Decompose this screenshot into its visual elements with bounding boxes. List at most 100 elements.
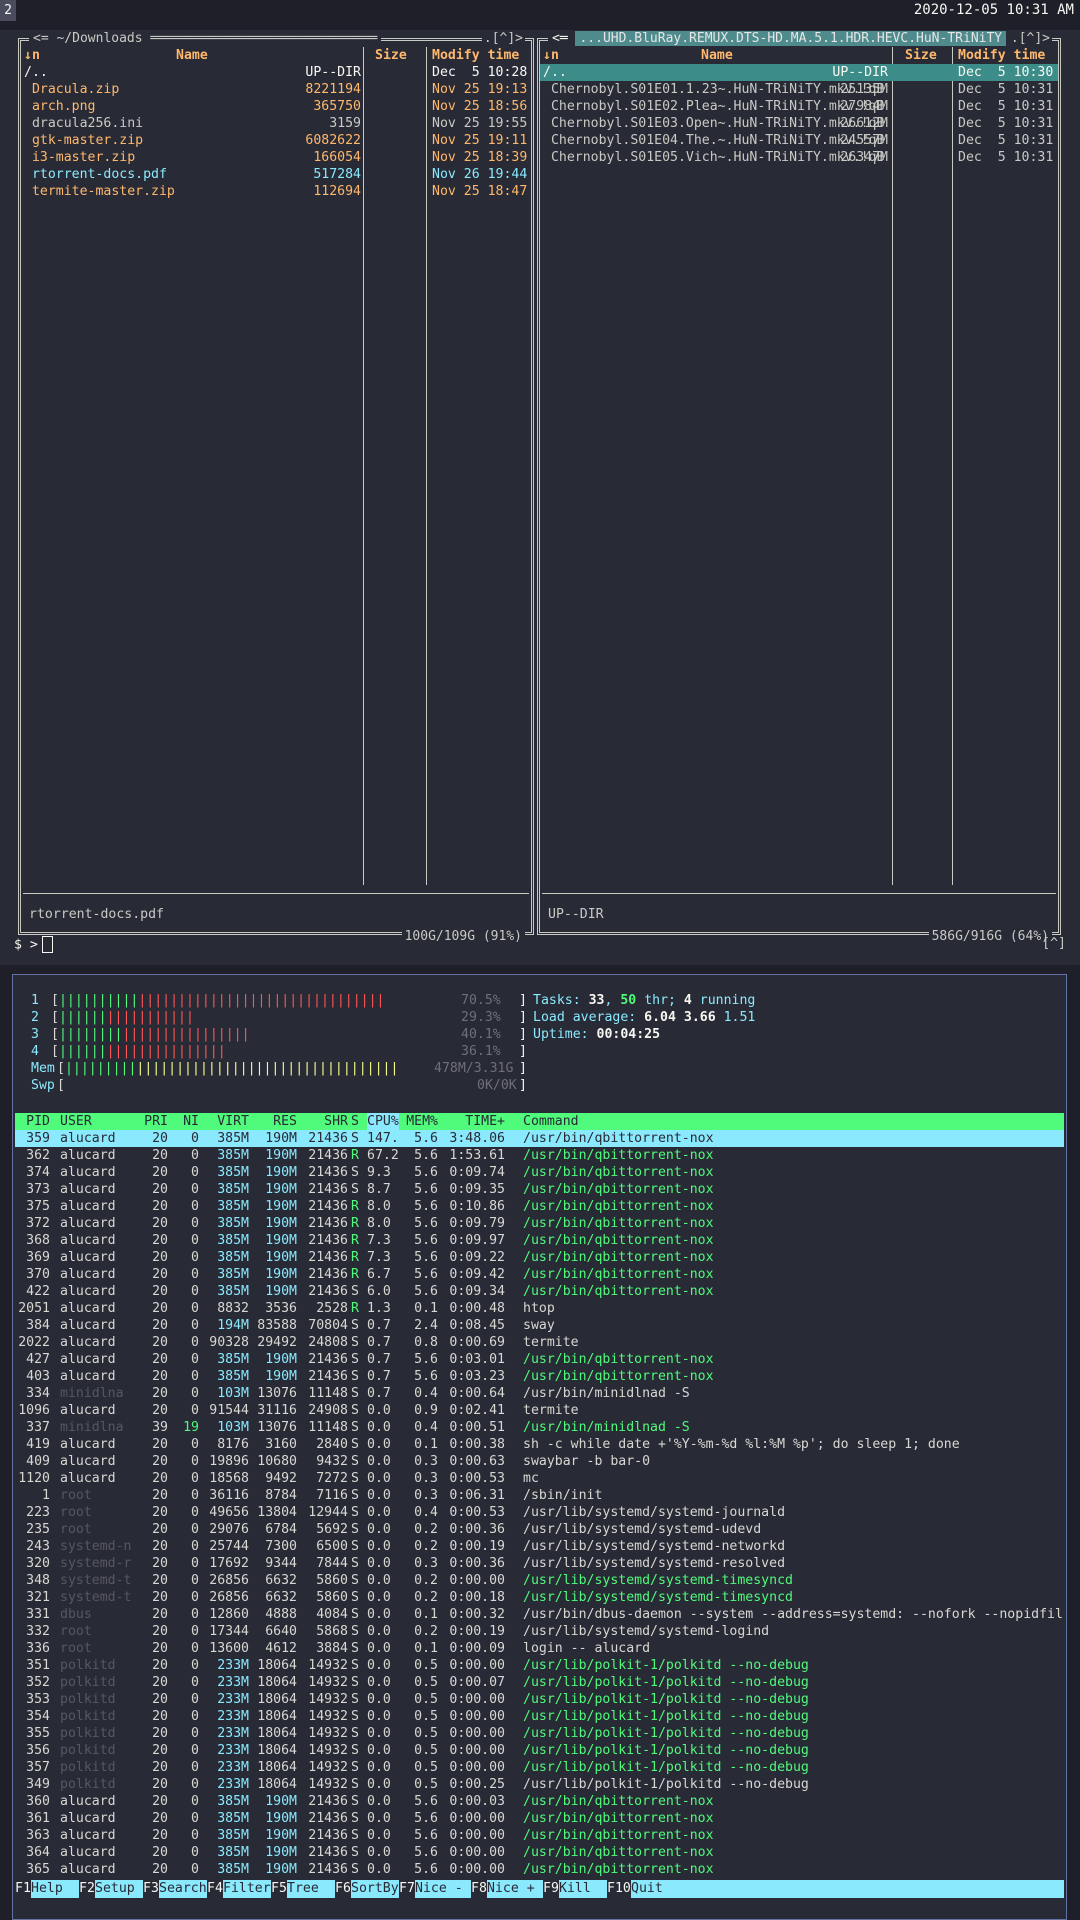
file-row[interactable]: Chernobyl.S01E01.1.23~.HuN-TRiNiTY.mkv.!… [540, 81, 1058, 98]
process-row[interactable]: 427 alucard 20 0 385M 190M 21436 S 0.7 5.6 0:03.01… [15, 1351, 1064, 1368]
process-row[interactable]: 353 polkitd 20 0 233M 18064 14932 S 0.0 0.5 0:00.0… [15, 1691, 1064, 1708]
cell: 0.0 [367, 1403, 391, 1418]
cell: 0 [191, 1216, 199, 1231]
file-row[interactable]: Dracula.zip 8221194 Nov 25 19:13 [21, 81, 531, 98]
process-row[interactable]: 384 alucard 20 0 194M 83588 70804 S 0.7 2.4 0:08.4… [15, 1317, 1064, 1334]
process-row[interactable]: 372 alucard 20 0 385M 190M 21436 R 8.0 5.6 0:09.79… [15, 1215, 1064, 1232]
cell: 0 [191, 1675, 199, 1690]
file-row[interactable]: i3-master.zip 166054 Nov 25 18:39 [21, 149, 531, 166]
fkey-label-f9[interactable]: Kill [559, 1880, 607, 1898]
process-row[interactable]: 321 systemd-t 20 0 26856 6632 5860 S 0.0 0.2 0:00.… [15, 1589, 1064, 1606]
process-row[interactable]: 355 polkitd 20 0 233M 18064 14932 S 0.0 0.5 0:00.0… [15, 1725, 1064, 1742]
column-header-pid[interactable]: PID [26, 1113, 50, 1130]
column-header-shr[interactable]: SHR [324, 1113, 348, 1130]
process-table-header[interactable]: PID USER PRI NI VIRT RES SHR S CPU% MEM% TIME+ Comm… [15, 1113, 1064, 1130]
cell: 385M [217, 1182, 249, 1197]
process-row[interactable]: 223 root 20 0 49656 13804 12944 S 0.0 0.4 0:00.53 /… [15, 1504, 1064, 1521]
process-row[interactable]: 331 dbus 20 0 12860 4888 4084 S 0.0 0.1 0:00.32/us… [15, 1606, 1064, 1623]
fkey-label-f3[interactable]: Search [159, 1880, 207, 1898]
process-row[interactable]: 243 systemd-n 20 0 25744 7300 6500 S 0.0 0.2 0:00.… [15, 1538, 1064, 1555]
process-row[interactable]: 357 polkitd 20 0 233M 18064 14932 S 0.0 0.5 0:00.0… [15, 1759, 1064, 1776]
file-row[interactable]: termite-master.zip 112694 Nov 25 18:47 [21, 183, 531, 200]
right-panel-corner[interactable]: .[^]> [1008, 30, 1052, 48]
process-row[interactable]: 363 alucard 20 0 385M 190M 21436 S 0.0 5.6 0:00.00… [15, 1827, 1064, 1844]
process-row[interactable]: 409 alucard 20 0 19896 10680 9432 S 0.0 0.3 0:00.6… [15, 1453, 1064, 1470]
process-row[interactable]: 369 alucard 20 0 385M 190M 21436 R 7.3 5.6 0:09.22… [15, 1249, 1064, 1266]
column-header-cpu[interactable]: CPU% [367, 1113, 399, 1130]
process-row[interactable]: 356 polkitd 20 0 233M 18064 14932 S 0.0 0.5 0:00.0… [15, 1742, 1064, 1759]
cell: 233M [217, 1692, 249, 1707]
file-row[interactable]: gtk-master.zip 6082622 Nov 25 19:11 [21, 132, 531, 149]
workspace-indicator[interactable]: 2 [0, 0, 16, 21]
column-header-command[interactable]: Command [523, 1113, 579, 1130]
process-row[interactable]: 368 alucard 20 0 385M 190M 21436 R 7.3 5.6 0:09.97… [15, 1232, 1064, 1249]
process-row[interactable]: 336 root 20 0 13600 4612 3884 S 0.0 0.1 0:00.09 log… [15, 1640, 1064, 1657]
process-row[interactable]: 370 alucard 20 0 385M 190M 21436 R 6.7 5.6 0:09.42… [15, 1266, 1064, 1283]
column-header-mem[interactable]: MEM% [406, 1113, 438, 1130]
process-row[interactable]: 2051 alucard 20 0 8832 3536 2528 R 1.3 0.1 0:00.48… [15, 1300, 1064, 1317]
file-row[interactable]: Chernobyl.S01E03.Open~.HuN-TRiNiTY.mkv.!… [540, 115, 1058, 132]
process-row[interactable]: 374 alucard 20 0 385M 190M 21436 S 9.3 5.6 0:09.74… [15, 1164, 1064, 1181]
column-header-pri[interactable]: PRI [144, 1113, 168, 1130]
process-row[interactable]: 337 minidlna 39 19 103M 13076 11148 S 0.0 0.4 0:00… [15, 1419, 1064, 1436]
history-button[interactable]: [^] [1042, 936, 1066, 951]
command-line-cursor[interactable] [41, 936, 53, 953]
process-row[interactable]: 365 alucard 20 0 385M 190M 21436 S 0.0 5.6 0:00.00… [15, 1861, 1064, 1878]
process-row[interactable]: 419 alucard 20 0 8176 3160 2840 S 0.0 0.1 0:00.38 s… [15, 1436, 1064, 1453]
process-row[interactable]: 364 alucard 20 0 385M 190M 21436 S 0.0 5.6 0:00.00… [15, 1844, 1064, 1861]
cell: 147. [367, 1131, 399, 1146]
column-header-res[interactable]: RES [273, 1113, 297, 1130]
process-row[interactable]: 349 polkitd 20 0 233M 18064 14932 S 0.0 0.5 0:00.2… [15, 1776, 1064, 1793]
file-row[interactable]: rtorrent-docs.pdf 517284 Nov 26 19:44 [21, 166, 531, 183]
column-header-user[interactable]: USER [60, 1113, 92, 1130]
file-row[interactable]: arch.png 365750 Nov 25 18:56 [21, 98, 531, 115]
column-header-ni[interactable]: NI [183, 1113, 199, 1130]
left-panel-corner[interactable]: .[^]> [481, 30, 525, 48]
shell-prompt[interactable]: $ > [14, 936, 53, 953]
fkey-label-f1[interactable]: Help [31, 1880, 79, 1898]
file-row[interactable]: Chernobyl.S01E05.Vich~.HuN-TRiNiTY.mkv.!… [540, 149, 1058, 166]
right-panel[interactable]: <═ ...UHD.BluRay.REMUX.DTS-HD.MA.5.1.HDR… [537, 30, 1061, 944]
process-row[interactable]: 362 alucard 20 0 385M 190M 21436 R 67.2 5.6 1:53.6… [15, 1147, 1064, 1164]
process-row[interactable]: 352 polkitd 20 0 233M 18064 14932 S 0.0 0.5 0:00.0… [15, 1674, 1064, 1691]
fkey-label-f4[interactable]: Filter [223, 1880, 271, 1898]
fkey-label-f10[interactable]: Quit [631, 1880, 663, 1898]
process-row[interactable]: 351 polkitd 20 0 233M 18064 14932 S 0.0 0.5 0:00.0… [15, 1657, 1064, 1674]
process-row[interactable]: 1 root 20 0 36116 8784 7116 S 0.0 0.3 0:06.31/sbin… [15, 1487, 1064, 1504]
file-row[interactable]: /.. UP--DIR Dec 5 10:30 [540, 64, 1058, 81]
process-row[interactable]: 422 alucard 20 0 385M 190M 21436 S 6.0 5.6 0:09.34… [15, 1283, 1064, 1300]
cell: alucard [60, 1471, 116, 1486]
cell: 21436 [308, 1233, 348, 1248]
file-row[interactable]: Chernobyl.S01E02.Plea~.HuN-TRiNiTY.mkv.!… [540, 98, 1058, 115]
meter-bracket: ] [519, 993, 527, 1008]
column-header-s[interactable]: S [351, 1113, 359, 1130]
process-row[interactable]: 354 polkitd 20 0 233M 18064 14932 S 0.0 0.5 0:00.0… [15, 1708, 1064, 1725]
fkey-label-f8[interactable]: Nice + [487, 1880, 543, 1898]
process-row[interactable]: 375 alucard 20 0 385M 190M 21436 R 8.0 5.6 0:10.86… [15, 1198, 1064, 1215]
process-row[interactable]: 403 alucard 20 0 385M 190M 21436 S 0.7 5.6 0:03.23… [15, 1368, 1064, 1385]
file-row[interactable]: dracula256.ini 3159 Nov 25 19:55 [21, 115, 531, 132]
process-row[interactable]: 1096 alucard 20 0 91544 31116 24908 S 0.0 0.9 0:02… [15, 1402, 1064, 1419]
process-row[interactable]: 360 alucard 20 0 385M 190M 21436 S 0.0 5.6 0:00.03… [15, 1793, 1064, 1810]
left-panel[interactable]: <= ~/Downloads ═════════════════════════… [18, 30, 534, 944]
file-row[interactable]: /.. UP--DIR Dec 5 10:28 [21, 64, 531, 81]
process-row[interactable]: 334 minidlna 20 0 103M 13076 11148 S 0.7 0.4 0:00.… [15, 1385, 1064, 1402]
column-header-time[interactable]: TIME+ [465, 1113, 505, 1130]
fkey-label-f5[interactable]: Tree [287, 1880, 335, 1898]
process-row[interactable]: 332 root 20 0 17344 6640 5868 S 0.0 0.2 0:00.19/us… [15, 1623, 1064, 1640]
cell: 20 [152, 1131, 168, 1146]
fkey-label-f7[interactable]: Nice - [415, 1880, 471, 1898]
column-header-virt[interactable]: VIRT [217, 1113, 249, 1130]
fkey-label-f6[interactable]: SortBy [351, 1880, 399, 1898]
process-row[interactable]: 361 alucard 20 0 385M 190M 21436 S 0.0 5.6 0:00.00… [15, 1810, 1064, 1827]
process-row[interactable]: 320 systemd-r 20 0 17692 9344 7844 S 0.0 0.3 0:00.… [15, 1555, 1064, 1572]
process-row[interactable]: 359 alucard 20 0 385M 190M 21436 S 147. 5.6 3:48.0… [15, 1130, 1064, 1147]
cell: 373 [26, 1182, 50, 1197]
file-row[interactable]: Chernobyl.S01E04.The.~.HuN-TRiNiTY.mkv.!… [540, 132, 1058, 149]
process-row[interactable]: 373 alucard 20 0 385M 190M 21436 S 8.7 5.6 0:09.35… [15, 1181, 1064, 1198]
process-row[interactable]: 1120 alucard 20 0 18568 9492 7272 S 0.0 0.3 0:00.5… [15, 1470, 1064, 1487]
process-row[interactable]: 348 systemd-t 20 0 26856 6632 5860 S 0.0 0.2 0:00.… [15, 1572, 1064, 1589]
fkey-label-f2[interactable]: Setup [95, 1880, 143, 1898]
process-row[interactable]: 2022 alucard 20 0 90328 29492 24808 S 0.7 0.8 0:00… [15, 1334, 1064, 1351]
process-row[interactable]: 235 root 20 0 29076 6784 5692 S 0.0 0.2 0:00.36/us… [15, 1521, 1064, 1538]
